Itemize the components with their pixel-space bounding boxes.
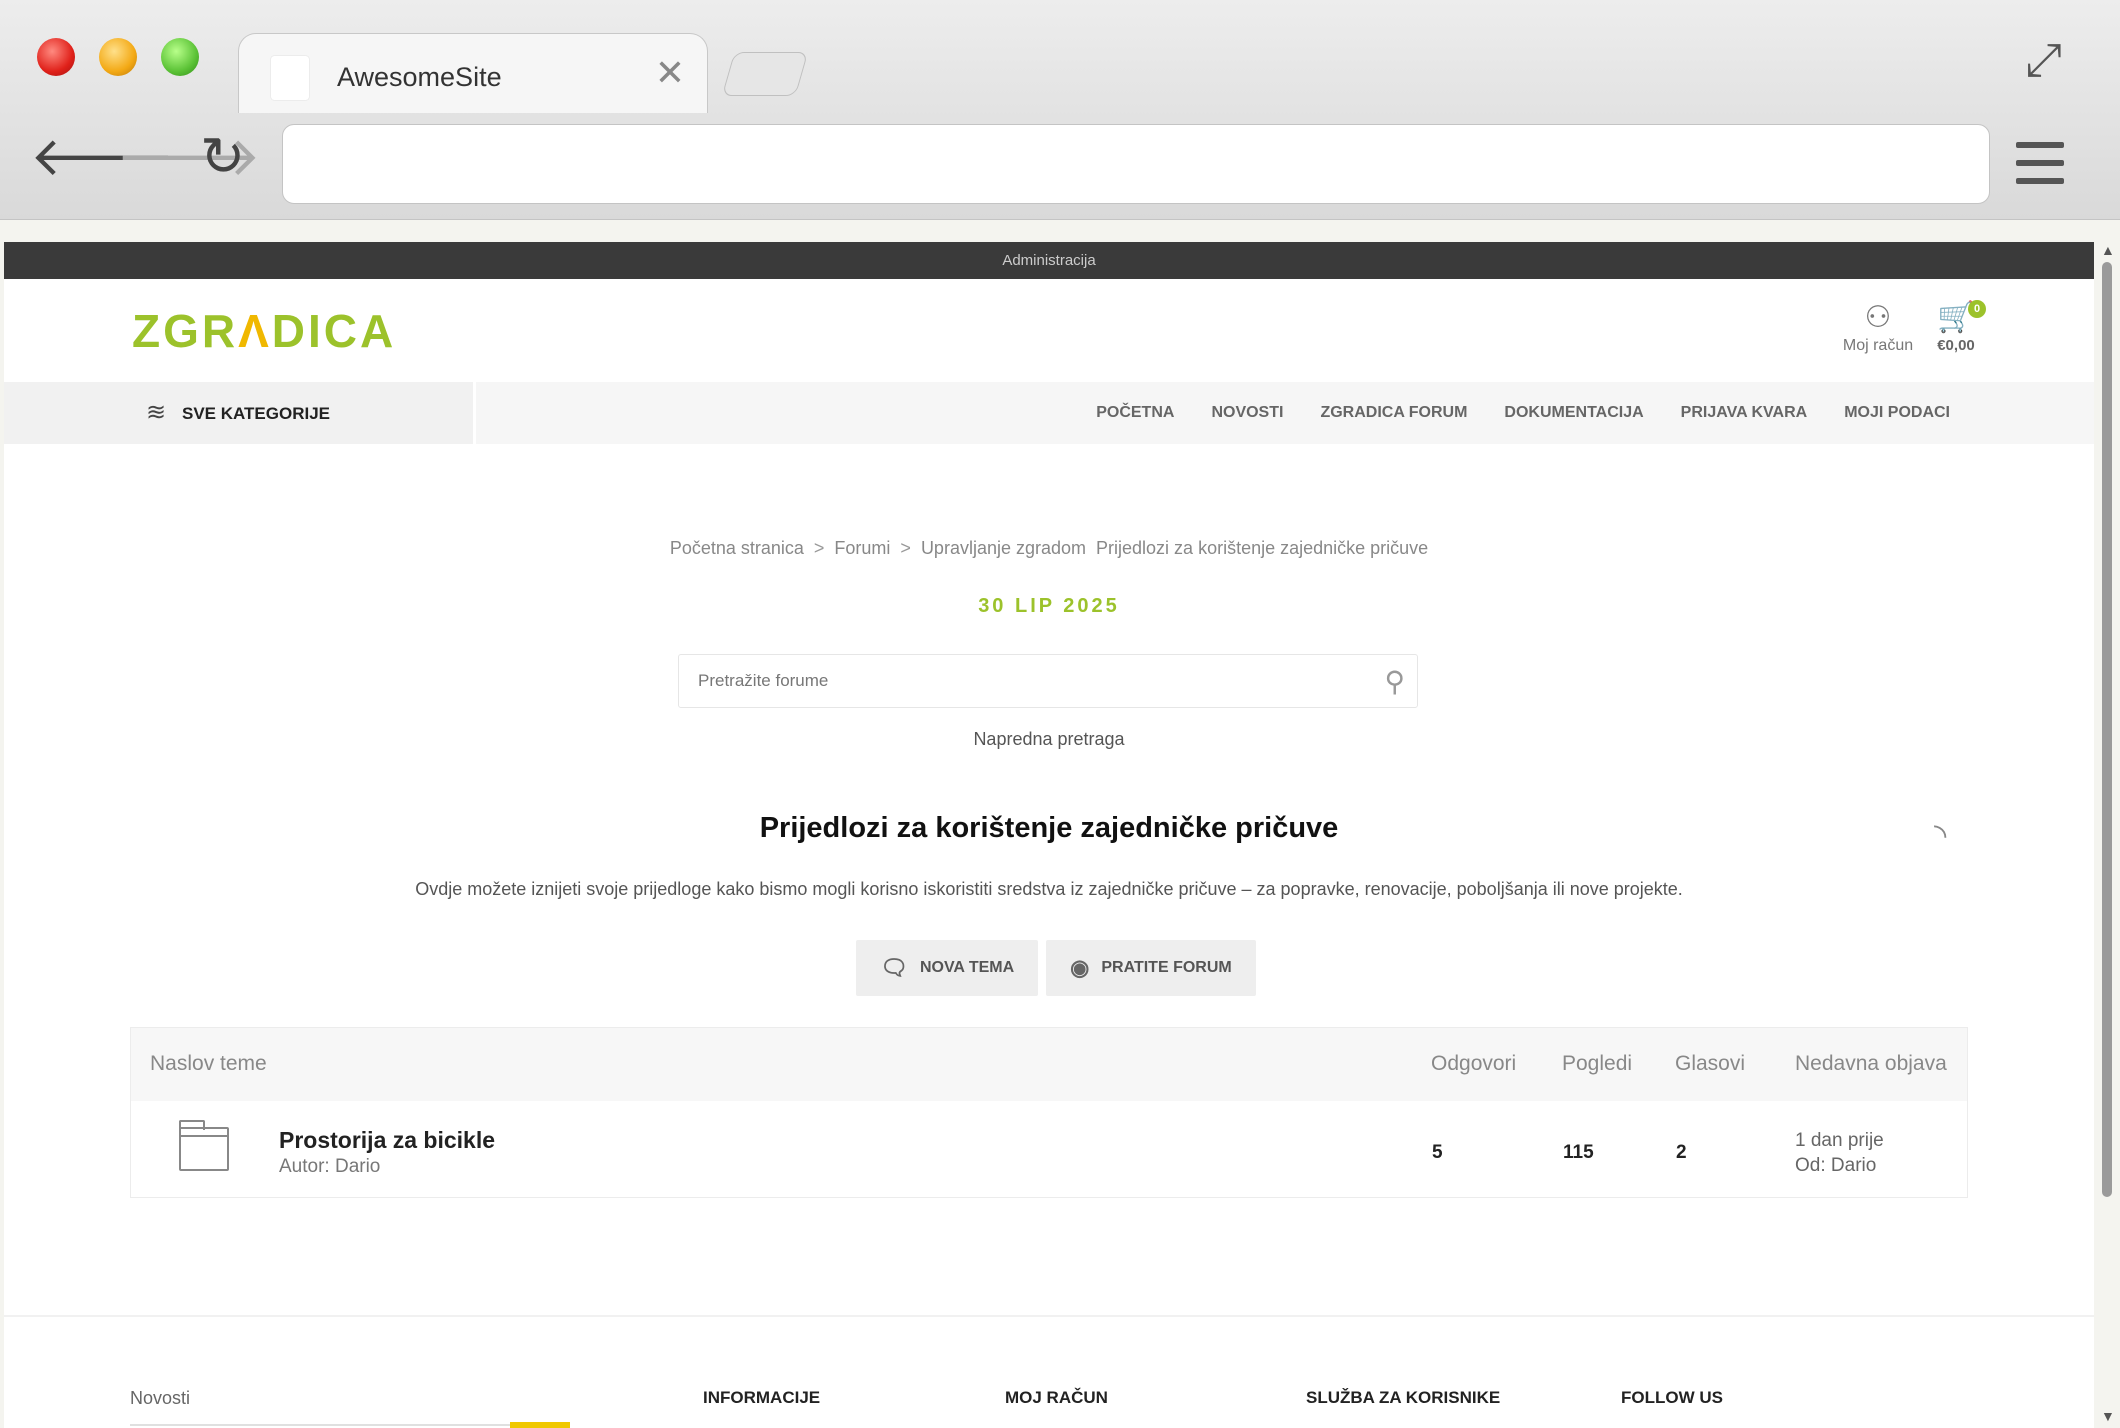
footer-news-heading: Novosti — [130, 1388, 191, 1408]
web-page: Administracija ZGRΛDICA ⚇ Moj račun 🛒 0 … — [4, 242, 2094, 1428]
new-topic-button[interactable]: 🗨 NOVA TEMA — [856, 940, 1039, 996]
table-row[interactable]: Prostorija za bicikle Autor: Dario 5 115… — [131, 1101, 1967, 1197]
breadcrumb-forums[interactable]: Forumi — [834, 538, 890, 558]
cart-count-badge: 0 — [1968, 300, 1986, 318]
follow-forum-label: PRATITE FORUM — [1101, 959, 1232, 976]
footer-heading-account: MOJ RAČUN — [1005, 1388, 1108, 1407]
column-header-topic: Naslov teme — [150, 1052, 267, 1075]
layers-icon: ≋ — [146, 399, 167, 426]
nav-item-pocetna[interactable]: POČETNA — [1096, 404, 1174, 422]
replies-count: 5 — [1432, 1142, 1443, 1163]
column-header-recent: Nedavna objava — [1795, 1052, 1947, 1075]
my-account-link[interactable]: ⚇ Moj račun — [1838, 300, 1918, 355]
admin-bar[interactable]: Administracija — [4, 242, 2094, 279]
page-icon — [271, 56, 309, 100]
newsletter-input[interactable] — [130, 1424, 570, 1426]
browser-chrome: AwesomeSite ✕ ⤢ 🡐 🡒 ↻ — [0, 0, 2120, 220]
all-categories-button[interactable]: ≋ SVE KATEGORIJE — [4, 382, 476, 444]
recent-post: 1 dan prije Od: Dario — [1795, 1128, 1884, 1178]
breadcrumb-category[interactable]: Upravljanje zgradom — [921, 538, 1086, 558]
breadcrumb-separator: > — [813, 538, 825, 558]
nav-item-moji-podaci[interactable]: MOJI PODACI — [1844, 404, 1950, 422]
scrollbar-thumb[interactable] — [2102, 262, 2112, 1197]
nav-item-novosti[interactable]: NOVOSTI — [1211, 404, 1283, 422]
reload-icon[interactable]: ↻ — [200, 130, 245, 184]
search-icon[interactable]: ⚲ — [1384, 665, 1405, 698]
rss-icon[interactable]: ◝ — [1934, 816, 1946, 854]
minimize-window-button[interactable] — [99, 38, 137, 76]
footer-heading-info: INFORMACIJE — [703, 1388, 821, 1407]
tab-title: AwesomeSite — [337, 62, 502, 92]
scroll-down-icon[interactable]: ▼ — [2101, 1408, 2115, 1424]
menu-icon[interactable] — [2016, 142, 2064, 184]
page-title: Prijedlozi za korištenje zajedničke prič… — [759, 812, 1339, 844]
column-header-views: Pogledi — [1562, 1052, 1633, 1075]
forum-search: ⚲ — [678, 654, 1418, 708]
footer-heading-service: SLUŽBA ZA KORISNIKE — [1306, 1388, 1501, 1407]
follow-forum-button[interactable]: ◉ PRATITE FORUM — [1046, 940, 1256, 996]
search-input[interactable] — [679, 655, 1339, 707]
new-topic-label: NOVA TEMA — [919, 959, 1015, 976]
chat-icon: 🗨 — [880, 955, 908, 980]
topics-table: Naslov teme Odgovori Pogledi Glasovi Ned… — [130, 1027, 1968, 1198]
table-header: Naslov teme Odgovori Pogledi Glasovi Ned… — [131, 1028, 1967, 1101]
eye-icon: ◉ — [1070, 955, 1090, 980]
recent-post-time: 1 dan prije — [1795, 1130, 1884, 1151]
column-header-replies: Odgovori — [1431, 1052, 1517, 1075]
cart-total: €0,00 — [1937, 337, 1975, 354]
views-count: 115 — [1563, 1142, 1594, 1163]
footer-divider — [4, 1315, 2094, 1317]
topic-author: Autor: Dario — [279, 1156, 381, 1177]
browser-tab[interactable]: AwesomeSite ✕ — [238, 33, 708, 113]
site-logo[interactable]: ZGRΛDICA — [132, 304, 396, 358]
folder-icon — [179, 1120, 229, 1171]
nav-item-dokumentacija[interactable]: DOKUMENTACIJA — [1504, 404, 1643, 422]
breadcrumb-current: Prijedlozi za korištenje zajedničke prič… — [1096, 538, 1429, 558]
new-tab-button[interactable] — [721, 52, 809, 96]
breadcrumb: Početna stranica > Forumi > Upravljanje zgra… — [4, 538, 2094, 559]
address-bar[interactable] — [282, 124, 1990, 204]
recent-post-author[interactable]: Od: Dario — [1795, 1153, 1884, 1178]
breadcrumb-separator: > — [900, 538, 911, 558]
column-header-votes: Glasovi — [1675, 1052, 1746, 1075]
browser-window: AwesomeSite ✕ ⤢ 🡐 🡒 ↻ Administracija ZGR… — [0, 0, 2120, 1428]
account-label: Moj račun — [1842, 337, 1914, 354]
advanced-search-link[interactable]: Napredna pretraga — [4, 729, 2094, 750]
page-scrollbar[interactable]: ▲ ▼ — [2094, 242, 2120, 1428]
maximize-window-button[interactable] — [161, 38, 199, 76]
main-navigation: ≋ SVE KATEGORIJE POČETNA NOVOSTI ZGRADIC… — [4, 382, 2094, 444]
breadcrumb-home[interactable]: Početna stranica — [670, 538, 804, 558]
nav-links: POČETNA NOVOSTI ZGRADICA FORUM DOKUMENTA… — [1096, 382, 1950, 444]
close-window-button[interactable] — [37, 38, 75, 76]
cart-link[interactable]: 🛒 0 €0,00 — [1924, 300, 1988, 354]
votes-count: 2 — [1676, 1142, 1687, 1163]
scroll-up-icon[interactable]: ▲ — [2101, 242, 2115, 258]
nav-item-prijava-kvara[interactable]: PRIJAVA KVARA — [1681, 404, 1808, 422]
close-icon[interactable]: ✕ — [655, 52, 685, 94]
user-icon: ⚇ — [1864, 301, 1892, 334]
all-categories-label: SVE KATEGORIJE — [182, 404, 330, 423]
forum-description: Ovdje možete iznijeti svoje prijedloge k… — [415, 879, 1683, 899]
newsletter-submit-button[interactable] — [510, 1422, 570, 1428]
page-date: 30 LIP 2025 — [978, 595, 1120, 617]
nav-item-forum[interactable]: ZGRADICA FORUM — [1320, 404, 1467, 422]
footer-heading-follow: FOLLOW US — [1621, 1388, 1723, 1407]
topic-title-link[interactable]: Prostorija za bicikle — [279, 1127, 495, 1154]
forum-actions: 🗨 NOVA TEMA ◉ PRATITE FORUM — [856, 940, 1256, 996]
fullscreen-icon[interactable]: ⤢ — [2025, 32, 2062, 88]
